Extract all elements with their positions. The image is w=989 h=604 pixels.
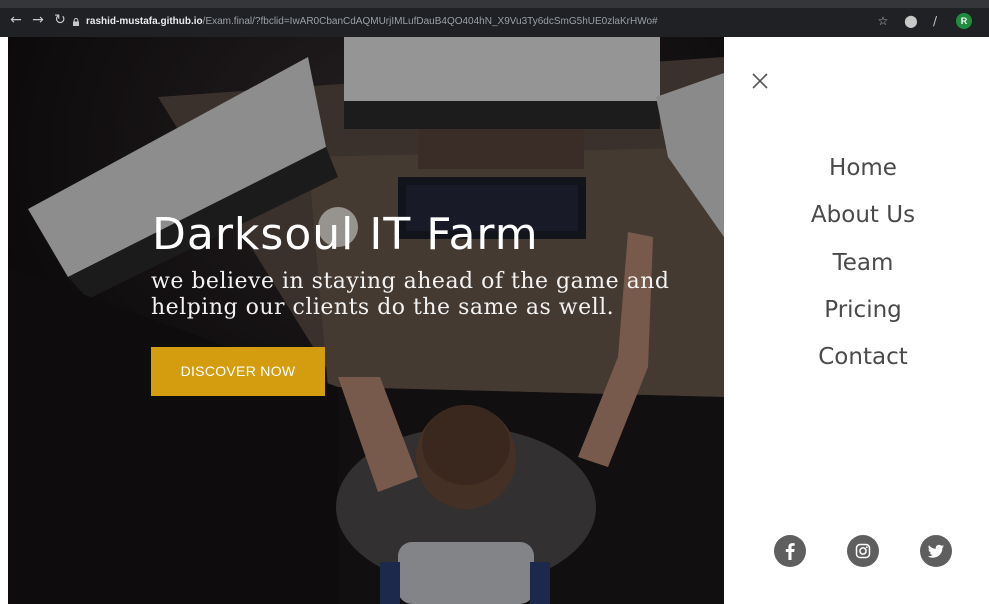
extension-icon[interactable]: ⬤: [904, 14, 918, 28]
address-bar[interactable]: rashid-mustafa.github.io/Exam.final/?fbc…: [72, 12, 902, 32]
nav-item-about-us[interactable]: About Us: [724, 202, 989, 228]
browser-toolbar: ← → ↻ rashid-mustafa.github.io/Exam.fina…: [0, 0, 989, 37]
hero-subtitle: we believe in staying ahead of the game …: [151, 269, 724, 321]
close-icon[interactable]: [750, 71, 770, 91]
hero-title: Darksoul IT Farm: [152, 209, 539, 260]
side-nav-menu: Home About Us Team Pricing Contact: [724, 37, 989, 604]
forward-icon[interactable]: →: [30, 12, 46, 28]
discover-now-button[interactable]: DISCOVER NOW: [151, 347, 325, 396]
reload-icon[interactable]: ↻: [52, 12, 68, 28]
hero-subtitle-line: we believe in staying ahead of the game …: [151, 269, 670, 294]
profile-avatar[interactable]: R: [956, 13, 972, 29]
url-path: /Exam.final/?fbclid=IwAR0CbanCdAQMUrjIML…: [202, 16, 658, 27]
bookmark-star-icon[interactable]: ☆: [876, 14, 890, 28]
twitter-icon[interactable]: [920, 535, 952, 567]
url-host: rashid-mustafa.github.io: [86, 16, 203, 27]
hero-section: Darksoul IT Farm we believe in staying a…: [8, 37, 724, 604]
nav-item-contact[interactable]: Contact: [724, 344, 989, 370]
nav-item-pricing[interactable]: Pricing: [724, 297, 989, 323]
lock-icon: [73, 18, 79, 26]
hero-subtitle-line: helping our clients do the same as well.: [151, 295, 615, 320]
pen-icon[interactable]: /: [928, 14, 942, 28]
nav-item-team[interactable]: Team: [724, 250, 989, 276]
back-icon[interactable]: ←: [8, 12, 24, 28]
tab-strip: [0, 0, 989, 8]
nav-item-home[interactable]: Home: [724, 155, 989, 181]
instagram-icon[interactable]: [847, 535, 879, 567]
facebook-icon[interactable]: [774, 535, 806, 567]
